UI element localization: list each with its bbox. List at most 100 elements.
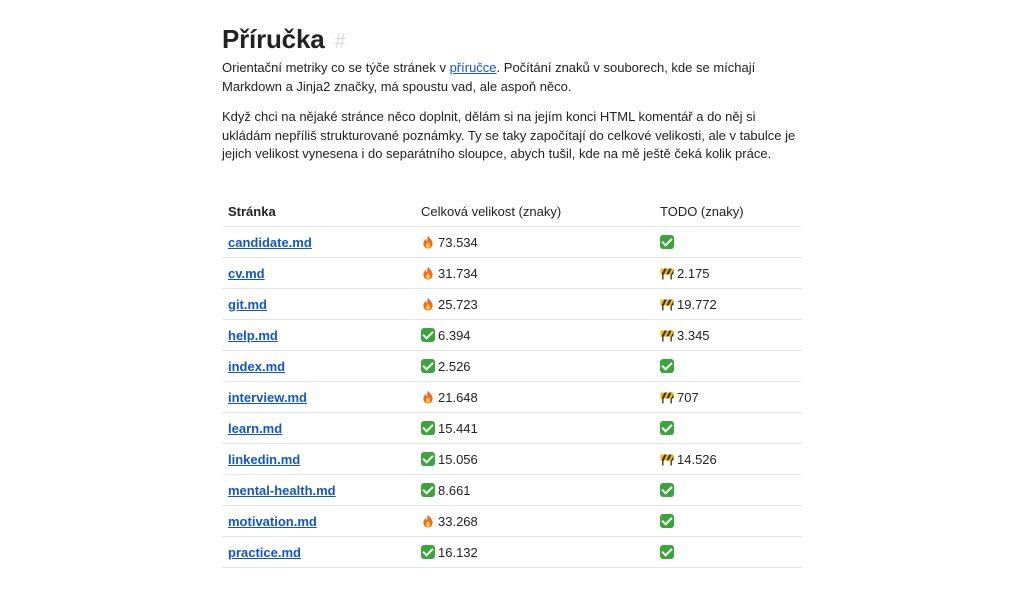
total-size-value: 15.441 xyxy=(438,420,478,436)
handbook-link[interactable]: příručce xyxy=(450,60,497,75)
cell-total-size: 6.394 xyxy=(415,319,654,351)
table-row: linkedin.md 15.056 14.526 xyxy=(222,443,802,475)
todo-value: 2.175 xyxy=(677,265,710,281)
todo-value: 707 xyxy=(677,389,699,405)
table-row: motivation.md 33.268 xyxy=(222,505,802,537)
table-row: interview.md 21.648 707 xyxy=(222,381,802,413)
page-link[interactable]: interview.md xyxy=(228,390,307,405)
cell-todo: 707 xyxy=(654,381,802,413)
cell-page: interview.md xyxy=(222,381,415,413)
fire-icon xyxy=(421,297,435,311)
cell-page: candidate.md xyxy=(222,226,415,258)
main-content: Příručka # Orientační metriky co se týče … xyxy=(222,20,802,164)
page-link[interactable]: git.md xyxy=(228,297,267,312)
table-header-row: Stránka Celková velikost (znaky) TODO (z… xyxy=(222,196,802,227)
page-link[interactable]: candidate.md xyxy=(228,235,312,250)
todo-value: 19.772 xyxy=(677,296,717,312)
cell-todo: 14.526 xyxy=(654,443,802,475)
cell-todo: 19.772 xyxy=(654,288,802,320)
cell-todo xyxy=(654,474,802,506)
cell-total-size: 73.534 xyxy=(415,226,654,258)
cell-todo xyxy=(654,505,802,537)
cell-total-size: 2.526 xyxy=(415,350,654,382)
heading-anchor-link[interactable]: # xyxy=(334,31,345,53)
cell-total-size: 25.723 xyxy=(415,288,654,320)
header-page: Stránka xyxy=(222,196,415,227)
cell-todo xyxy=(654,226,802,258)
page-title-text: Příručka xyxy=(222,24,325,54)
header-total-size: Celková velikost (znaky) xyxy=(415,196,654,227)
metrics-table: Stránka Celková velikost (znaky) TODO (z… xyxy=(222,196,802,568)
cell-page: learn.md xyxy=(222,412,415,444)
page-link[interactable]: motivation.md xyxy=(228,514,317,529)
table-body: candidate.md 73.534 cv.md 31.734 2.175 git.md… xyxy=(222,226,802,568)
cell-todo: 2.175 xyxy=(654,257,802,289)
total-size-value: 6.394 xyxy=(438,327,471,343)
page-link[interactable]: help.md xyxy=(228,328,278,343)
construction-icon xyxy=(660,328,674,342)
cell-page: motivation.md xyxy=(222,505,415,537)
table-row: learn.md 15.441 xyxy=(222,412,802,444)
fire-icon xyxy=(421,390,435,404)
cell-page: help.md xyxy=(222,319,415,351)
fire-icon xyxy=(421,235,435,249)
cell-page: mental-health.md xyxy=(222,474,415,506)
table-row: candidate.md 73.534 xyxy=(222,226,802,258)
header-todo: TODO (znaky) xyxy=(654,196,802,227)
cell-total-size: 15.441 xyxy=(415,412,654,444)
construction-icon xyxy=(660,297,674,311)
fire-icon xyxy=(421,514,435,528)
total-size-value: 8.661 xyxy=(438,482,471,498)
construction-icon xyxy=(660,452,674,466)
intro-text-before: Orientační metriky co se týče stránek v xyxy=(222,60,450,75)
construction-icon xyxy=(660,266,674,280)
page-title: Příručka # xyxy=(222,20,802,58)
page-link[interactable]: learn.md xyxy=(228,421,282,436)
cell-total-size: 8.661 xyxy=(415,474,654,506)
notes-paragraph: Když chci na nějaké stránce něco doplnit… xyxy=(222,109,796,161)
total-size-value: 16.132 xyxy=(438,544,478,560)
cell-todo xyxy=(654,536,802,568)
table-row: help.md 6.394 3.345 xyxy=(222,319,802,351)
check-icon xyxy=(660,513,674,528)
page-link[interactable]: practice.md xyxy=(228,545,301,560)
table-row: cv.md 31.734 2.175 xyxy=(222,257,802,289)
check-icon xyxy=(421,451,435,466)
page-link[interactable]: cv.md xyxy=(228,266,265,281)
todo-value: 14.526 xyxy=(677,451,717,467)
table-row: git.md 25.723 19.772 xyxy=(222,288,802,320)
check-icon xyxy=(421,358,435,373)
cell-todo: 3.345 xyxy=(654,319,802,351)
cell-total-size: 15.056 xyxy=(415,443,654,475)
check-icon xyxy=(660,358,674,373)
cell-total-size: 16.132 xyxy=(415,536,654,568)
total-size-value: 2.526 xyxy=(438,358,471,374)
total-size-value: 25.723 xyxy=(438,296,478,312)
cell-total-size: 33.268 xyxy=(415,505,654,537)
check-icon xyxy=(421,420,435,435)
check-icon xyxy=(660,544,674,559)
total-size-value: 73.534 xyxy=(438,234,478,250)
cell-page: cv.md xyxy=(222,257,415,289)
todo-value: 3.345 xyxy=(677,327,710,343)
check-icon xyxy=(660,420,674,435)
table-row: index.md 2.526 xyxy=(222,350,802,382)
cell-page: linkedin.md xyxy=(222,443,415,475)
cell-page: index.md xyxy=(222,350,415,382)
total-size-value: 21.648 xyxy=(438,389,478,405)
table-row: mental-health.md 8.661 xyxy=(222,474,802,506)
check-icon xyxy=(660,234,674,249)
cell-todo xyxy=(654,412,802,444)
cell-todo xyxy=(654,350,802,382)
check-icon xyxy=(660,482,674,497)
cell-total-size: 21.648 xyxy=(415,381,654,413)
fire-icon xyxy=(421,266,435,280)
page-link[interactable]: linkedin.md xyxy=(228,452,300,467)
table-row: practice.md 16.132 xyxy=(222,536,802,568)
check-icon xyxy=(421,327,435,342)
page-link[interactable]: mental-health.md xyxy=(228,483,336,498)
page-link[interactable]: index.md xyxy=(228,359,285,374)
check-icon xyxy=(421,544,435,559)
cell-page: git.md xyxy=(222,288,415,320)
total-size-value: 15.056 xyxy=(438,451,478,467)
